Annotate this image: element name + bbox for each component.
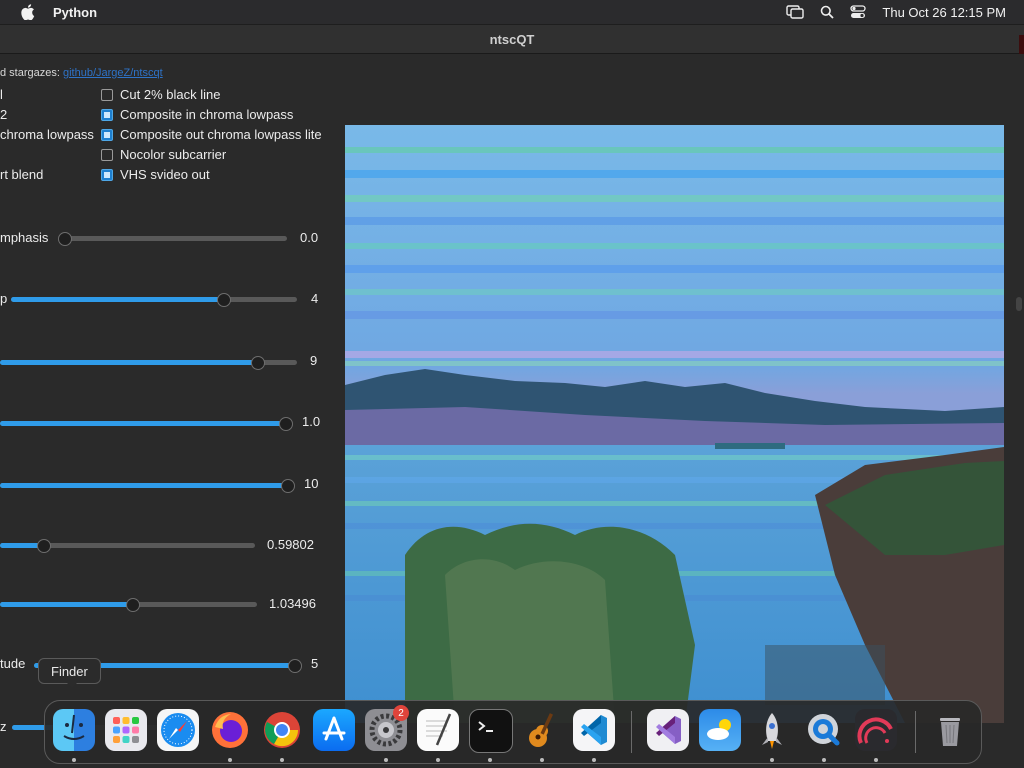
checkbox-box[interactable] bbox=[101, 108, 113, 121]
screen-mirroring-icon[interactable] bbox=[786, 5, 805, 19]
garageband-icon[interactable] bbox=[521, 709, 563, 751]
checkbox-composite-out-chroma-lowpass-lite[interactable]: Composite out chroma lowpass lite bbox=[101, 127, 322, 142]
slider-6[interactable] bbox=[0, 535, 255, 555]
running-indicator bbox=[72, 758, 76, 762]
quicktime-icon[interactable] bbox=[803, 709, 845, 751]
app-store-icon[interactable] bbox=[313, 709, 355, 751]
trash-icon[interactable] bbox=[929, 709, 971, 751]
window-titlebar[interactable]: ntscQT bbox=[0, 25, 1024, 54]
running-indicator bbox=[436, 758, 440, 762]
stargazes-info: d stargazes: github/JargeZ/ntscqt bbox=[0, 67, 163, 79]
dock-separator bbox=[631, 711, 632, 753]
tooltip-arrow bbox=[66, 682, 78, 688]
slider-2[interactable] bbox=[11, 289, 297, 309]
tooltip-text: Finder bbox=[51, 663, 88, 679]
checkbox-composite-in-chroma-lowpass[interactable]: Composite in chroma lowpass bbox=[101, 107, 293, 122]
option-label: rt blend bbox=[0, 167, 44, 182]
option-label: l bbox=[0, 87, 3, 102]
window-title: ntscQT bbox=[489, 31, 535, 47]
finder-icon[interactable] bbox=[53, 709, 95, 751]
running-indicator bbox=[770, 758, 774, 762]
slider-value: 0.0 bbox=[300, 230, 319, 245]
dock-tooltip: Finder bbox=[38, 658, 101, 684]
running-indicator bbox=[228, 758, 232, 762]
slider-label: mphasis bbox=[0, 230, 49, 245]
scrollbar-grip[interactable] bbox=[1016, 297, 1022, 311]
system-settings-icon[interactable]: 2 bbox=[365, 705, 409, 751]
github-link[interactable]: github/JargeZ/ntscqt bbox=[63, 67, 163, 79]
checkbox-cut-black-line[interactable]: Cut 2% black line bbox=[101, 87, 220, 102]
checkbox-box[interactable] bbox=[101, 148, 113, 161]
checkbox-box[interactable] bbox=[101, 168, 113, 181]
slider-thumb[interactable] bbox=[288, 659, 302, 673]
rocket-icon[interactable] bbox=[751, 709, 793, 751]
checkbox-vhs-svideo-out[interactable]: VHS svideo out bbox=[101, 167, 210, 182]
checkbox-nocolor-subcarrier[interactable]: Nocolor subcarrier bbox=[101, 147, 226, 162]
slider-value: 1.03496 bbox=[269, 596, 316, 611]
control-center-icon[interactable] bbox=[850, 5, 867, 19]
running-indicator bbox=[384, 758, 388, 762]
running-indicator bbox=[540, 758, 544, 762]
launchpad-icon[interactable] bbox=[105, 709, 147, 751]
slider-label: z bbox=[0, 719, 7, 734]
running-indicator bbox=[488, 758, 492, 762]
slider-thumb[interactable] bbox=[281, 479, 295, 493]
checkbox-label: Nocolor subcarrier bbox=[120, 147, 227, 162]
running-indicator bbox=[592, 758, 596, 762]
visual-studio-icon[interactable] bbox=[647, 709, 689, 751]
firefox-icon[interactable] bbox=[209, 709, 251, 751]
slider-thumb[interactable] bbox=[37, 539, 51, 553]
slider-value: 1.0 bbox=[302, 414, 321, 429]
menu-bar: Python Thu Oct 26 12:15 PM bbox=[0, 0, 1024, 24]
slider-value: 4 bbox=[311, 291, 319, 306]
notification-badge: 2 bbox=[393, 705, 409, 721]
spotlight-search-icon[interactable] bbox=[820, 5, 835, 19]
slider-4[interactable] bbox=[0, 413, 293, 433]
stargazes-text: d stargazes: bbox=[0, 67, 63, 79]
podcasts-icon[interactable] bbox=[855, 709, 897, 751]
slider-value: 5 bbox=[311, 656, 319, 671]
checkbox-box[interactable] bbox=[101, 88, 113, 101]
dock: 2 bbox=[44, 700, 982, 764]
video-preview-image bbox=[345, 125, 1004, 723]
dock-separator bbox=[915, 711, 916, 753]
checkbox-box[interactable] bbox=[101, 128, 113, 141]
app-window: ntscQT d stargazes: github/JargeZ/ntscqt… bbox=[0, 25, 1024, 768]
option-label: chroma lowpass bbox=[0, 127, 94, 142]
vscode-icon[interactable] bbox=[573, 709, 615, 751]
slider-thumb[interactable] bbox=[126, 598, 140, 612]
slider-5[interactable] bbox=[0, 475, 295, 495]
slider-thumb[interactable] bbox=[217, 293, 231, 307]
checkbox-label: Composite in chroma lowpass bbox=[120, 107, 294, 122]
running-indicator bbox=[280, 758, 284, 762]
slider-value: 0.59802 bbox=[267, 537, 314, 552]
slider-emphasis[interactable] bbox=[58, 228, 287, 248]
textedit-icon[interactable] bbox=[417, 709, 459, 751]
option-label: 2 bbox=[0, 107, 8, 122]
slider-thumb[interactable] bbox=[279, 417, 293, 431]
chrome-icon[interactable] bbox=[261, 709, 303, 751]
checkbox-label: VHS svideo out bbox=[120, 167, 210, 182]
running-indicator bbox=[874, 758, 878, 762]
main-content: d stargazes: github/JargeZ/ntscqt l 2 ch… bbox=[0, 54, 1024, 768]
slider-7[interactable] bbox=[0, 594, 257, 614]
checkbox-label: Cut 2% black line bbox=[120, 87, 221, 102]
slider-thumb[interactable] bbox=[58, 232, 72, 246]
running-indicator bbox=[822, 758, 826, 762]
slider-label: tude bbox=[0, 656, 26, 671]
app-menu-python[interactable]: Python bbox=[53, 5, 97, 20]
apple-logo-icon[interactable] bbox=[18, 2, 38, 22]
slider-label: p bbox=[0, 291, 8, 306]
slider-value: 9 bbox=[310, 353, 318, 368]
terminal-icon[interactable] bbox=[469, 709, 513, 753]
weather-icon[interactable] bbox=[699, 709, 741, 751]
safari-icon[interactable] bbox=[157, 709, 199, 751]
slider-thumb[interactable] bbox=[251, 356, 265, 370]
slider-3[interactable] bbox=[0, 352, 297, 372]
slider-value: 10 bbox=[304, 476, 319, 491]
menu-clock[interactable]: Thu Oct 26 12:15 PM bbox=[882, 5, 1006, 20]
checkbox-label: Composite out chroma lowpass lite bbox=[120, 127, 322, 142]
